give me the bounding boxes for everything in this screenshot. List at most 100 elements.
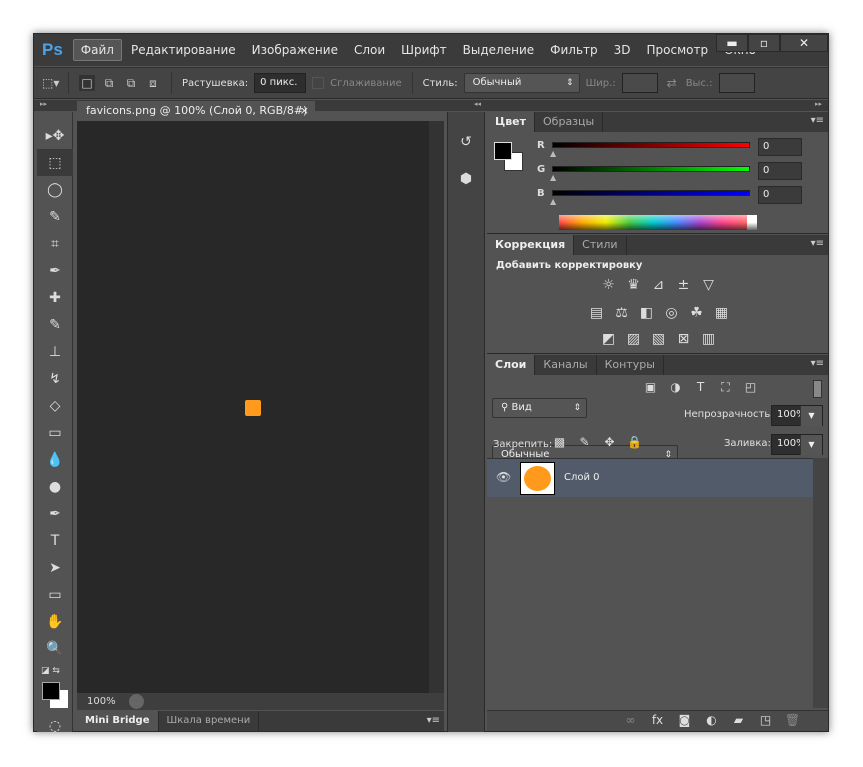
tab-channels[interactable]: Каналы xyxy=(535,355,597,375)
selective-color-icon[interactable]: ⊠ xyxy=(675,331,692,347)
tab-layers[interactable]: Слои xyxy=(487,355,536,375)
new-adjustment-icon[interactable]: ◐ xyxy=(703,713,720,727)
menu-file[interactable]: Файл xyxy=(72,39,122,61)
add-selection-icon[interactable]: ⧉ xyxy=(101,75,117,91)
height-input[interactable] xyxy=(718,73,755,93)
foreground-color-swatch[interactable] xyxy=(494,142,512,160)
feather-input[interactable]: 0 пикс. xyxy=(254,73,307,93)
filter-smart-icon[interactable]: ◰ xyxy=(742,380,759,395)
path-select-tool-icon[interactable]: ➤ xyxy=(37,554,73,581)
tab-styles[interactable]: Стили xyxy=(574,235,627,255)
filter-shape-icon[interactable]: ⛶ xyxy=(717,380,734,395)
menu-filter[interactable]: Фильтр xyxy=(543,40,604,60)
blur-tool-icon[interactable]: 💧 xyxy=(37,446,73,473)
close-document-icon[interactable]: × xyxy=(300,101,309,121)
vibrance-icon[interactable]: ▽ xyxy=(700,277,717,293)
new-layer-icon[interactable]: ◳ xyxy=(757,713,774,727)
channel-slider[interactable] xyxy=(552,142,750,148)
layer-filter-select[interactable]: ⚲ Вид xyxy=(492,398,587,418)
menu-type[interactable]: Шрифт xyxy=(394,40,454,60)
opacity-input[interactable]: 100% ▼ xyxy=(771,405,823,426)
black-white-icon[interactable]: ◧ xyxy=(638,305,655,321)
photo-filter-icon[interactable]: ◎ xyxy=(663,305,680,321)
style-select[interactable]: Обычный xyxy=(463,73,580,93)
menu-edit[interactable]: Редактирование xyxy=(124,40,243,60)
vertical-scrollbar[interactable] xyxy=(429,121,444,693)
stamp-tool-icon[interactable]: ⊥ xyxy=(37,338,73,365)
type-tool-icon[interactable]: T xyxy=(37,527,73,554)
new-selection-icon[interactable]: □ xyxy=(79,75,95,91)
close-button[interactable]: ✕ xyxy=(780,34,828,52)
swap-icon[interactable]: ⇄ xyxy=(664,75,680,91)
marquee-preset-icon[interactable]: ⬚▾ xyxy=(42,75,59,91)
lock-image-icon[interactable]: ✎ xyxy=(576,435,593,449)
panel-menu-icon[interactable]: ▾≡ xyxy=(811,115,824,126)
panel-menu-icon[interactable]: ▾≡ xyxy=(811,238,824,249)
status-menu-icon[interactable] xyxy=(129,694,144,709)
color-balance-icon[interactable]: ⚖ xyxy=(613,305,630,321)
panel-menu-icon[interactable]: ▾≡ xyxy=(427,715,440,726)
history-icon[interactable]: ↺ xyxy=(448,128,484,155)
fill-input[interactable]: 100% ▼ xyxy=(771,434,823,455)
tab-timeline[interactable]: Шкала времени xyxy=(159,711,260,731)
quick-mask-icon[interactable]: ◌ xyxy=(37,712,73,739)
channel-value-input[interactable]: 0 xyxy=(758,186,802,204)
tab-color[interactable]: Цвет xyxy=(487,112,536,132)
eraser-tool-icon[interactable]: ◇ xyxy=(37,392,73,419)
channel-value-input[interactable]: 0 xyxy=(758,138,802,156)
zoom-tool-icon[interactable]: 🔍 xyxy=(37,635,73,662)
channel-slider[interactable] xyxy=(552,190,750,196)
channel-value-input[interactable]: 0 xyxy=(758,162,802,180)
layer-row[interactable]: 👁 Слой 0 xyxy=(487,458,813,497)
shape-tool-icon[interactable]: ▭ xyxy=(37,581,73,608)
menu-layers[interactable]: Слои xyxy=(347,40,392,60)
tab-swatches[interactable]: Образцы xyxy=(535,112,604,132)
menu-3d[interactable]: 3D xyxy=(607,40,638,60)
maximize-button[interactable]: ▫ xyxy=(748,34,780,52)
dodge-tool-icon[interactable]: ● xyxy=(37,473,73,500)
lasso-tool-icon[interactable]: ◯ xyxy=(37,176,73,203)
minimize-button[interactable]: ▬ xyxy=(716,34,748,52)
quick-select-tool-icon[interactable]: ✎ xyxy=(37,203,73,230)
eyedropper-tool-icon[interactable]: ✒ xyxy=(37,257,73,284)
tab-paths[interactable]: Контуры xyxy=(597,355,664,375)
history-brush-tool-icon[interactable]: ↯ xyxy=(37,365,73,392)
tab-mini-bridge[interactable]: Mini Bridge xyxy=(77,711,159,731)
marquee-tool-icon[interactable]: ⬚ xyxy=(37,149,73,176)
menu-view[interactable]: Просмотр xyxy=(640,40,716,60)
menu-image[interactable]: Изображение xyxy=(245,40,345,60)
swap-default-colors-icon[interactable]: ◪ ⇆ xyxy=(41,666,60,676)
lock-transparent-icon[interactable]: ▩ xyxy=(551,435,568,449)
link-layers-icon[interactable]: ∞ xyxy=(622,713,639,727)
lock-position-icon[interactable]: ✥ xyxy=(601,435,618,449)
add-mask-icon[interactable]: ◙ xyxy=(676,713,693,727)
channel-slider[interactable] xyxy=(552,166,750,172)
pen-tool-icon[interactable]: ✒ xyxy=(37,500,73,527)
brush-tool-icon[interactable]: ✎ xyxy=(37,311,73,338)
threshold-icon[interactable]: ▧ xyxy=(650,331,667,347)
hue-saturation-icon[interactable]: ▤ xyxy=(588,305,605,321)
delete-layer-icon[interactable]: 🗑 xyxy=(784,713,801,727)
color-spectrum-bar[interactable] xyxy=(559,215,757,230)
subtract-selection-icon[interactable]: ⧉ xyxy=(123,75,139,91)
brightness-icon[interactable]: ☼ xyxy=(600,277,617,293)
slider-thumb[interactable]: ▲ xyxy=(550,149,556,158)
hand-tool-icon[interactable]: ✋ xyxy=(37,608,73,635)
color-swatches[interactable]: ◪ ⇆ xyxy=(40,666,70,710)
lock-all-icon[interactable]: 🔒 xyxy=(626,435,643,449)
exposure-icon[interactable]: ± xyxy=(675,277,692,293)
move-tool-icon[interactable]: ▸✥ xyxy=(37,122,73,149)
antialias-checkbox[interactable] xyxy=(312,77,325,89)
3d-icon[interactable]: ⬢ xyxy=(448,165,484,192)
crop-tool-icon[interactable]: ⌗ xyxy=(37,230,73,257)
eye-icon[interactable]: 👁 xyxy=(496,470,511,484)
filter-pixel-icon[interactable]: ▣ xyxy=(642,380,659,395)
filter-adjust-icon[interactable]: ◑ xyxy=(667,380,684,395)
invert-icon[interactable]: ◩ xyxy=(600,331,617,347)
healing-tool-icon[interactable]: ✚ xyxy=(37,284,73,311)
panel-menu-icon[interactable]: ▾≡ xyxy=(811,358,824,369)
new-group-icon[interactable]: ▰ xyxy=(730,713,747,727)
zoom-level[interactable]: 100% xyxy=(87,696,116,707)
fx-icon[interactable]: fx xyxy=(649,713,666,727)
filter-type-icon[interactable]: T xyxy=(692,380,709,395)
